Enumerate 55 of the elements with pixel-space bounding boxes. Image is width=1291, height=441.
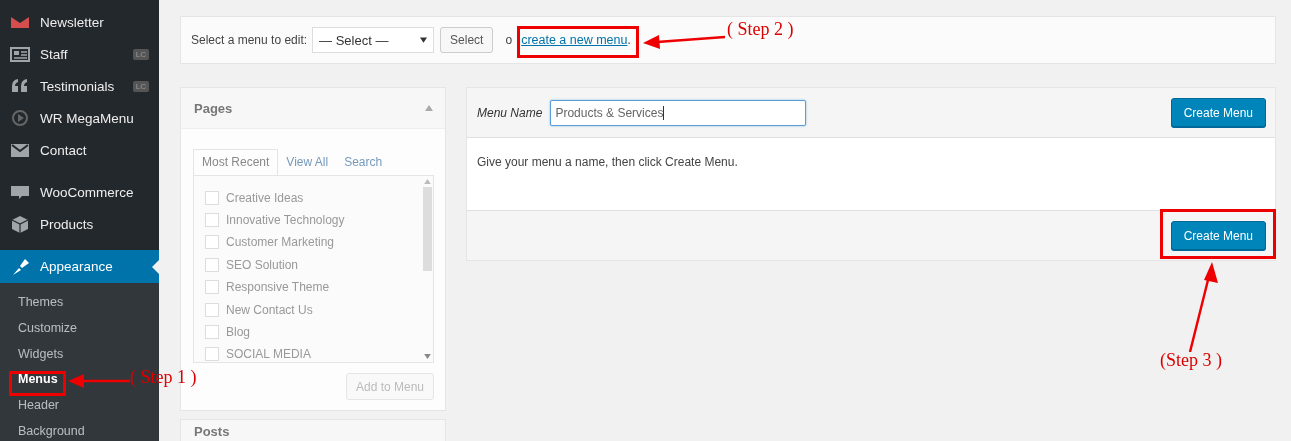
submenu-item[interactable]: Themes [0,290,70,316]
period-text: . [627,33,631,47]
or-text: o [505,33,513,47]
id-card-icon [10,44,30,64]
submenu-item[interactable]: Background [0,419,91,441]
scroll-up-arrow-icon[interactable] [423,179,431,184]
page-label: SEO Solution [226,257,299,272]
checkbox[interactable] [205,190,219,205]
checkbox[interactable] [205,213,219,228]
menu-dropdown[interactable]: — Select — [312,27,435,53]
play-circle-icon [10,108,30,128]
menu-name-label: Menu Name [477,105,543,120]
checkbox[interactable] [205,257,219,272]
sidebar-item[interactable]: Newsletter [0,6,159,38]
arrow [68,372,130,390]
submenu-item[interactable]: Widgets [0,341,70,368]
sidebar-item[interactable]: WR MegaMenu [0,102,159,134]
submenu-item[interactable]: Menus [0,367,64,394]
paintbrush-icon [10,256,30,277]
highlight-frame [9,371,66,396]
page-label: Responsive Theme [226,280,330,295]
create-menu-button[interactable]: Create Menu [1170,221,1266,250]
submenu-item[interactable]: Customize [0,315,84,342]
page-label: Customer Marketing [226,235,335,250]
checkbox[interactable] [205,280,219,295]
panel-title: Pages [193,100,233,116]
menu-name-field[interactable]: Products & Services [550,99,807,126]
checkbox[interactable] [205,235,219,250]
sidebar-item[interactable]: Products [0,208,159,240]
page-label: Creative Ideas [226,190,304,205]
sidebar-item[interactable]: WooCommerce [0,176,159,208]
tab[interactable]: Most Recent [193,149,279,175]
submenu-item[interactable]: Header [0,393,65,419]
page-label: Innovative Technology [226,213,345,228]
collapse-arrow-icon[interactable] [425,105,433,111]
scrollbar[interactable] [421,176,433,362]
panel-title: Posts [193,424,230,439]
pointer-notch [152,260,159,274]
step-label: (Step 3 ) [1160,350,1222,371]
page-label: New Contact Us [226,302,313,317]
checkbox[interactable] [205,302,219,317]
select-label: Select a menu to edit: [191,33,308,47]
checkbox[interactable] [205,324,219,339]
page-label: Blog [226,324,251,339]
page-label: SOCIAL MEDIA [226,347,311,362]
box-icon [10,214,30,234]
create-menu-button[interactable]: Create Menu [1170,98,1266,127]
scroll-down-arrow-icon[interactable] [423,354,431,359]
caret-icon [420,37,428,43]
select-button[interactable]: Select [440,27,494,53]
step-label: ( Step 2 ) [727,19,794,40]
sidebar-item[interactable]: Appearance [0,250,159,283]
hint-text: Give your menu a name, then click Create Menu. [477,155,738,169]
checkbox[interactable] [205,347,219,362]
sidebar-item[interactable]: Contact [0,134,159,166]
